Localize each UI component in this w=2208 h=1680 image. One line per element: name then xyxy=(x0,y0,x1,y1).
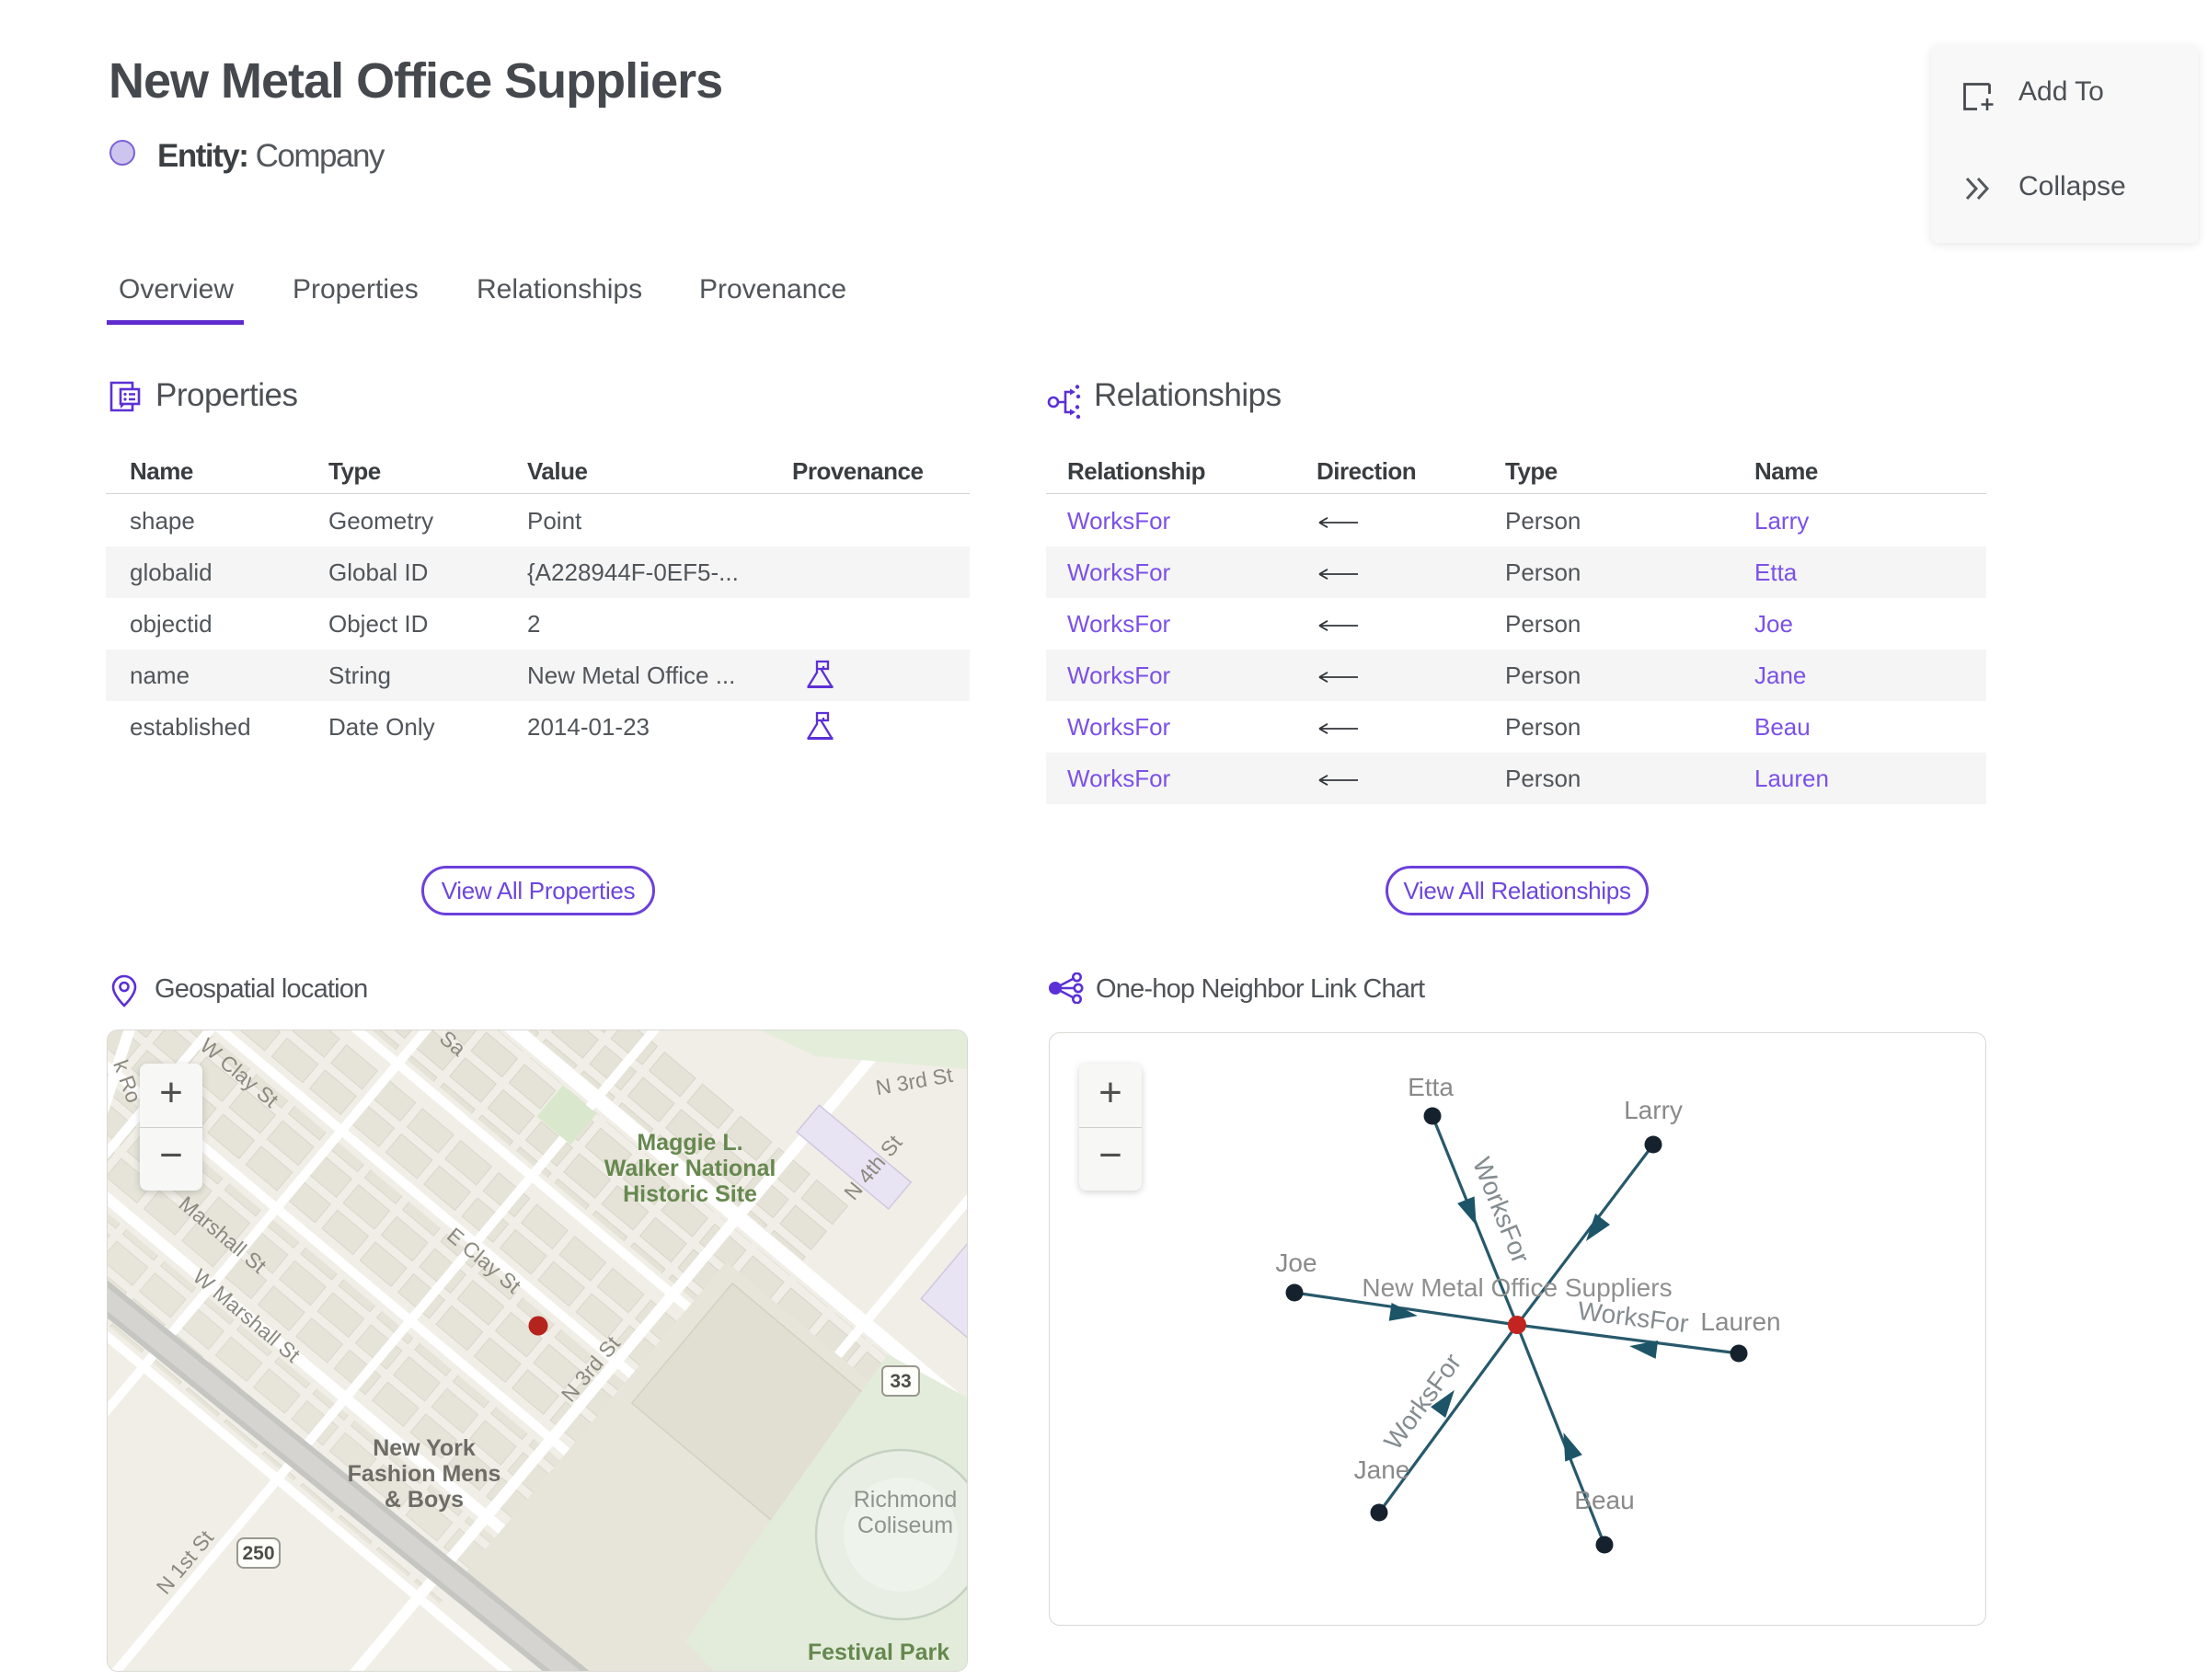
svg-text:Maggie L.: Maggie L. xyxy=(637,1130,742,1156)
svg-text:Beau: Beau xyxy=(1574,1486,1634,1514)
svg-text:WorksFor: WorksFor xyxy=(1378,1348,1466,1455)
svg-text:New Metal Office Suppliers: New Metal Office Suppliers xyxy=(1362,1273,1672,1302)
svg-text:Fashion Mens: Fashion Mens xyxy=(348,1461,501,1487)
svg-text:Larry: Larry xyxy=(1624,1096,1683,1124)
svg-text:WorksFor: WorksFor xyxy=(1576,1296,1690,1338)
svg-text:Lauren: Lauren xyxy=(1700,1307,1780,1336)
svg-text:Joe: Joe xyxy=(1275,1248,1317,1277)
svg-text:Festival Park: Festival Park xyxy=(808,1640,949,1665)
svg-text:WorksFor: WorksFor xyxy=(1467,1154,1535,1268)
svg-text:250: 250 xyxy=(242,1543,274,1564)
svg-text:Historic Site: Historic Site xyxy=(623,1181,757,1207)
svg-text:Etta: Etta xyxy=(1408,1073,1454,1101)
svg-text:Walker National: Walker National xyxy=(604,1156,776,1181)
svg-text:33: 33 xyxy=(890,1371,911,1392)
svg-text:& Boys: & Boys xyxy=(385,1487,464,1513)
svg-text:Coliseum: Coliseum xyxy=(857,1513,953,1538)
svg-text:New York: New York xyxy=(373,1435,476,1461)
svg-text:Richmond: Richmond xyxy=(854,1487,958,1513)
svg-text:Jane: Jane xyxy=(1354,1456,1410,1484)
